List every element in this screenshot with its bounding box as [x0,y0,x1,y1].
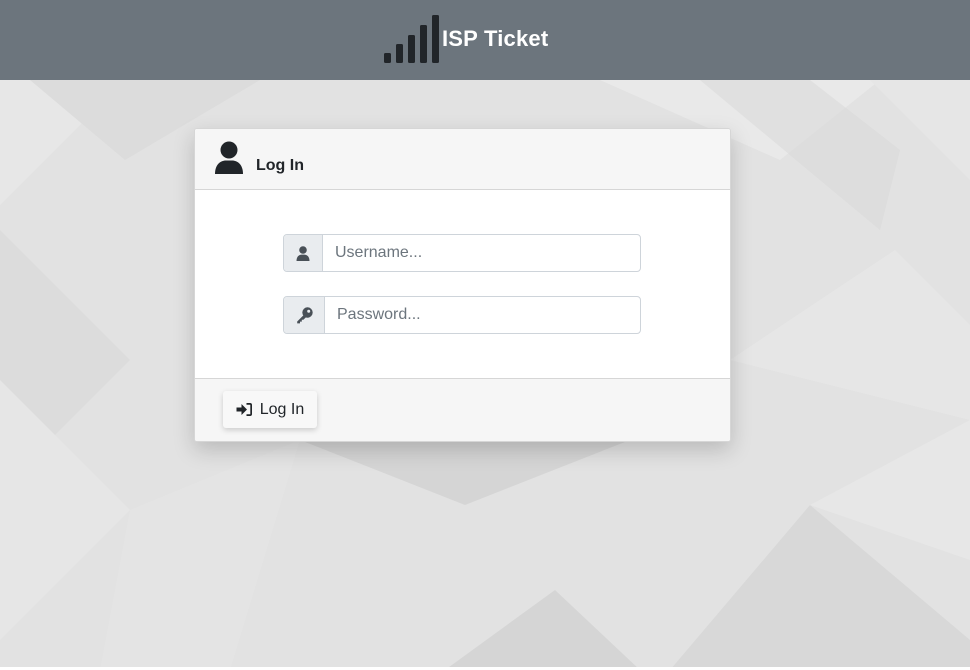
password-addon [284,297,325,333]
key-icon [296,306,313,323]
username-field [283,234,641,272]
login-button-label: Log In [259,400,305,418]
sign-in-icon [236,403,252,416]
password-input[interactable] [325,297,640,333]
brand[interactable]: ISP Ticket [383,14,548,64]
login-card-footer: Log In [195,378,730,441]
login-card-header: Log In [195,129,730,190]
user-icon [296,245,310,261]
user-icon [215,141,243,174]
password-field [283,296,641,334]
signal-bars-icon [384,15,439,63]
username-input[interactable] [323,235,640,271]
login-card: Log In Log In [194,128,731,442]
login-card-title: Log In [256,157,304,174]
username-addon [284,235,323,271]
login-button[interactable]: Log In [223,391,317,428]
brand-name: ISP Ticket [442,26,549,51]
top-navbar: ISP Ticket [0,0,970,80]
